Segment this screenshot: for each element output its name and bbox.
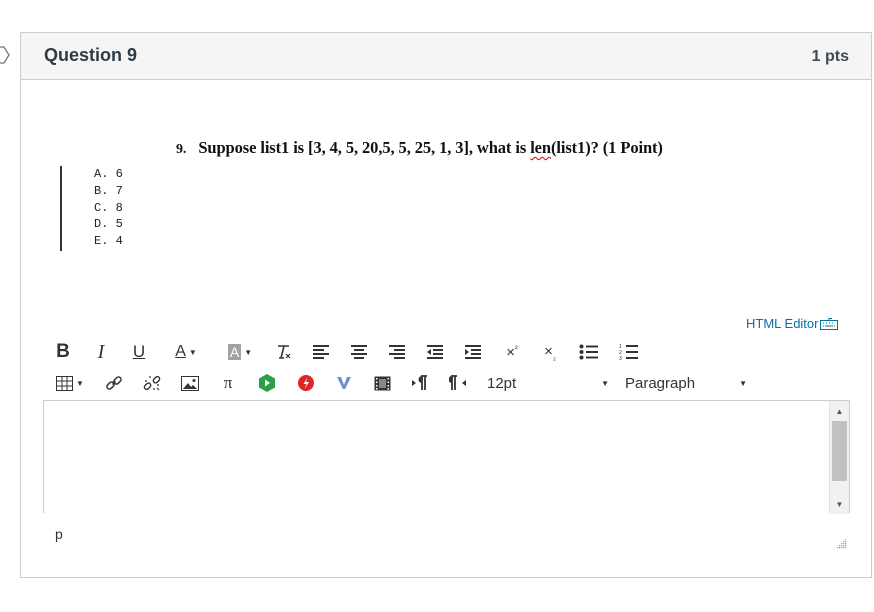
bold-button[interactable]: B — [55, 339, 71, 365]
numbered-list-button[interactable]: 123 — [618, 339, 640, 365]
block-format-select[interactable]: Paragraph ▼ — [625, 370, 747, 396]
chevron-down-icon: ▼ — [76, 378, 84, 388]
image-icon — [181, 375, 199, 391]
choice-c: C. 8 — [94, 200, 123, 215]
superscript-icon: ×² — [506, 343, 518, 361]
question-points: 1 pts — [811, 48, 849, 65]
rtl-button[interactable] — [447, 370, 469, 396]
clear-formatting-button[interactable] — [274, 339, 294, 365]
align-center-button[interactable] — [349, 339, 369, 365]
record-media-button[interactable] — [371, 370, 393, 396]
editor-scrollbar[interactable]: ▲ ▼ — [829, 401, 849, 514]
ltr-icon — [412, 375, 427, 390]
rtl-icon — [449, 375, 466, 390]
editor-statusbar: p — [43, 513, 850, 557]
indent-button[interactable] — [463, 339, 483, 365]
clear-formatting-icon — [278, 345, 291, 359]
indent-icon — [465, 345, 481, 359]
table-button[interactable]: ▼ — [53, 370, 87, 396]
align-left-button[interactable] — [311, 339, 331, 365]
choice-b: B. 7 — [94, 183, 123, 198]
insert-math-button[interactable]: π — [218, 370, 238, 396]
scrollbar-thumb[interactable] — [832, 421, 847, 481]
media-tool-button[interactable] — [256, 370, 278, 396]
insert-image-button[interactable] — [180, 370, 200, 396]
italic-button[interactable]: I — [93, 339, 109, 365]
v-tool-button[interactable] — [333, 370, 355, 396]
element-path[interactable]: p — [55, 526, 63, 542]
link-icon — [106, 376, 122, 390]
scroll-down-icon[interactable]: ▼ — [830, 496, 849, 512]
block-format-value: Paragraph — [625, 374, 696, 392]
scroll-up-icon[interactable]: ▲ — [830, 403, 849, 419]
flash-tool-button[interactable] — [295, 370, 317, 396]
align-right-icon — [389, 345, 405, 359]
numbered-list-icon: 123 — [619, 344, 638, 361]
underline-button[interactable]: U — [131, 339, 147, 365]
question-card: Question 9 1 pts 9. Suppose list1 is [3, … — [20, 32, 872, 578]
question-flag-icon[interactable] — [0, 46, 10, 64]
chevron-down-icon: ▼ — [739, 378, 747, 388]
background-color-label: A — [227, 344, 242, 360]
bullet-list-button[interactable] — [578, 339, 600, 365]
flash-tool-icon — [298, 375, 314, 391]
question-text-post: (list1)? (1 Point) — [550, 138, 663, 157]
question-text-spellcheck: len — [530, 138, 551, 157]
superscript-button[interactable]: ×² — [502, 339, 522, 365]
unlink-icon — [143, 375, 161, 391]
media-tool-icon — [259, 374, 275, 392]
subscript-icon: ×₂ — [544, 342, 556, 362]
insert-link-button[interactable] — [104, 370, 124, 396]
background-color-button[interactable]: A ▼ — [219, 339, 261, 365]
choice-e: E. 4 — [94, 234, 123, 249]
question-text: 9. Suppose list1 is [3, 4, 5, 20,5, 5, 25… — [176, 138, 663, 158]
chevron-down-icon: ▼ — [244, 347, 253, 357]
choice-d: D. 5 — [94, 217, 123, 232]
text-color-button[interactable]: A ▼ — [166, 339, 206, 365]
html-editor-link[interactable]: HTML Editor — [746, 316, 839, 331]
chevron-down-icon: ▼ — [601, 378, 609, 388]
rich-text-editor[interactable]: ▲ ▼ — [43, 400, 850, 514]
align-center-icon — [351, 345, 367, 359]
remove-link-button[interactable] — [142, 370, 162, 396]
text-color-label: A — [175, 343, 186, 360]
editor-content[interactable] — [52, 407, 821, 509]
align-left-icon — [313, 345, 329, 359]
choice-a: A. 6 — [94, 167, 123, 181]
film-icon — [374, 376, 390, 390]
ltr-button[interactable] — [409, 370, 431, 396]
question-title: Question 9 — [44, 45, 138, 65]
align-right-button[interactable] — [387, 339, 407, 365]
outdent-button[interactable] — [425, 339, 445, 365]
v-tool-icon — [337, 377, 351, 389]
table-icon — [56, 375, 74, 391]
keyboard-icon — [820, 317, 839, 330]
svg-text:3: 3 — [619, 356, 622, 361]
bullet-list-icon — [579, 344, 598, 360]
html-editor-label: HTML Editor — [746, 316, 819, 331]
font-size-select[interactable]: 12pt ▼ — [487, 370, 609, 396]
question-number: 9. — [176, 142, 187, 157]
question-text-pre: Suppose list1 is [3, 4, 5, 20,5, 5, 25, … — [198, 138, 531, 157]
chevron-down-icon: ▼ — [188, 347, 197, 357]
question-header: Question 9 1 pts — [21, 33, 871, 80]
answer-choices: A. 6 B. 7 C. 8 D. 5 E. 4 — [60, 166, 123, 251]
subscript-button[interactable]: ×₂ — [540, 339, 560, 365]
resize-handle-icon[interactable] — [837, 539, 847, 549]
font-size-value: 12pt — [487, 374, 517, 392]
outdent-icon — [427, 345, 443, 359]
